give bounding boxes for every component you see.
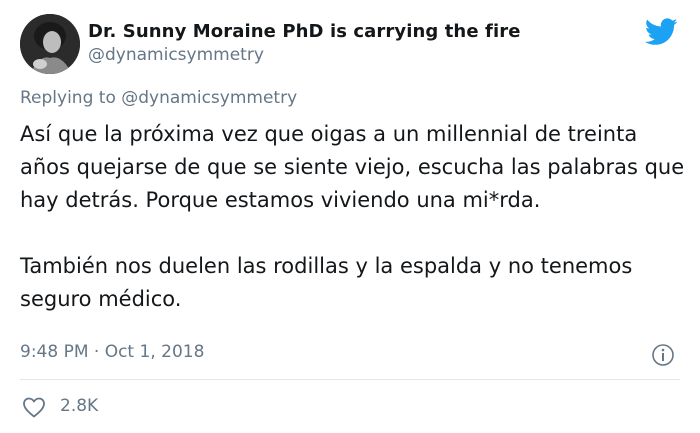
heart-icon[interactable]: [22, 396, 46, 418]
user-handle[interactable]: @dynamicsymmetry: [88, 45, 264, 65]
reply-mention-link[interactable]: @dynamicsymmetry: [121, 88, 297, 108]
info-icon[interactable]: [651, 343, 675, 367]
avatar-image: [20, 14, 80, 74]
avatar[interactable]: [20, 14, 80, 74]
tweet-timestamp[interactable]: 9:48 PM · Oct 1, 2018: [20, 342, 204, 362]
display-name[interactable]: Dr. Sunny Moraine PhD is carrying the fi…: [88, 21, 521, 42]
tweet-paragraph: Así que la próxima vez que oigas a un mi…: [20, 122, 685, 212]
like-count[interactable]: 2.8K: [60, 396, 98, 416]
divider: [20, 379, 680, 380]
reply-context: Replying to @dynamicsymmetry: [20, 88, 297, 108]
reply-prefix: Replying to: [20, 88, 116, 108]
tweet-paragraph: También nos duelen las rodillas y la esp…: [20, 254, 633, 311]
twitter-bird-icon[interactable]: [645, 18, 678, 46]
tweet-text: Así que la próxima vez que oigas a un mi…: [20, 118, 685, 316]
